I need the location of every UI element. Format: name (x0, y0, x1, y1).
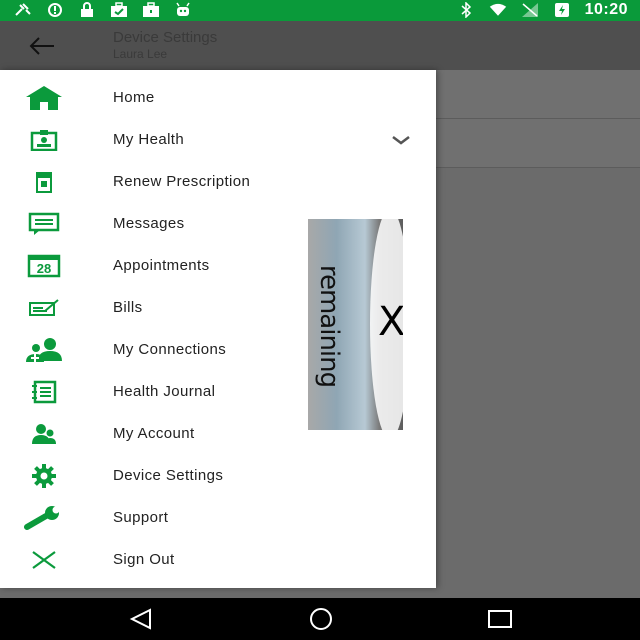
drawer-item-support[interactable]: Support (0, 497, 436, 539)
briefcase-icon (142, 2, 160, 18)
status-right-icons: 10:20 (457, 1, 628, 19)
back-triangle-icon[interactable] (128, 608, 156, 630)
bluetooth-icon (457, 2, 475, 18)
bill-icon (22, 294, 66, 322)
page-title: Device Settings (113, 29, 218, 46)
alert-icon (46, 2, 64, 18)
drawer-item-label: My Connections (113, 341, 227, 358)
drawer-item-label: Messages (113, 215, 185, 232)
drawer-item-label: Sign Out (113, 551, 175, 568)
close-icon (22, 546, 66, 574)
lock-icon (78, 2, 96, 18)
drawer-item-home[interactable]: Home (0, 77, 436, 119)
status-left-icons (14, 2, 192, 18)
journal-icon (22, 378, 66, 406)
home-circle-icon[interactable] (305, 608, 337, 630)
prescription-icon (22, 168, 66, 196)
id-badge-icon (22, 126, 66, 154)
system-nav-bar (0, 598, 640, 640)
overlay-ad-image[interactable]: remaining X (308, 219, 403, 430)
drawer-item-sign-out[interactable]: Sign Out (0, 539, 436, 581)
wrench-icon (22, 504, 66, 532)
drawer-item-label: My Account (113, 425, 195, 442)
gear-icon (22, 462, 66, 490)
account-icon (22, 420, 66, 448)
drawer-item-renew-prescription[interactable]: Renew Prescription (0, 161, 436, 203)
satellite-icon (14, 2, 32, 18)
briefcase-check-icon (110, 2, 128, 18)
calendar-day-text: 28 (37, 261, 51, 276)
ad-text: remaining (314, 264, 345, 388)
drawer-item-label: Appointments (113, 257, 210, 274)
wifi-icon (489, 2, 507, 18)
drawer-item-label: Renew Prescription (113, 173, 251, 190)
app-bar: Device Settings Laura Lee (0, 21, 640, 70)
home-icon (22, 84, 66, 112)
drawer-item-label: Support (113, 509, 169, 526)
battery-icon (553, 2, 571, 18)
android-icon (174, 2, 192, 18)
ad-close-button[interactable]: X (378, 299, 403, 345)
status-time: 10:20 (584, 1, 628, 18)
connections-icon (22, 336, 66, 364)
drawer-item-device-settings[interactable]: Device Settings (0, 455, 436, 497)
drawer-item-my-health[interactable]: My Health (0, 119, 436, 161)
calendar-icon: 28 (22, 252, 66, 280)
status-bar: 10:20 (0, 0, 640, 21)
drawer-item-label: Home (113, 89, 155, 106)
signal-icon (521, 2, 539, 18)
drawer-item-label: Device Settings (113, 467, 224, 484)
message-icon (22, 210, 66, 238)
recents-square-icon[interactable] (486, 608, 514, 630)
drawer-item-label: Bills (113, 299, 143, 316)
drawer-item-label: My Health (113, 131, 185, 148)
drawer-item-label: Health Journal (113, 383, 216, 400)
arrow-left-icon[interactable] (28, 35, 56, 57)
page-subtitle: Laura Lee (113, 47, 168, 61)
chevron-down-icon[interactable] (390, 129, 412, 149)
